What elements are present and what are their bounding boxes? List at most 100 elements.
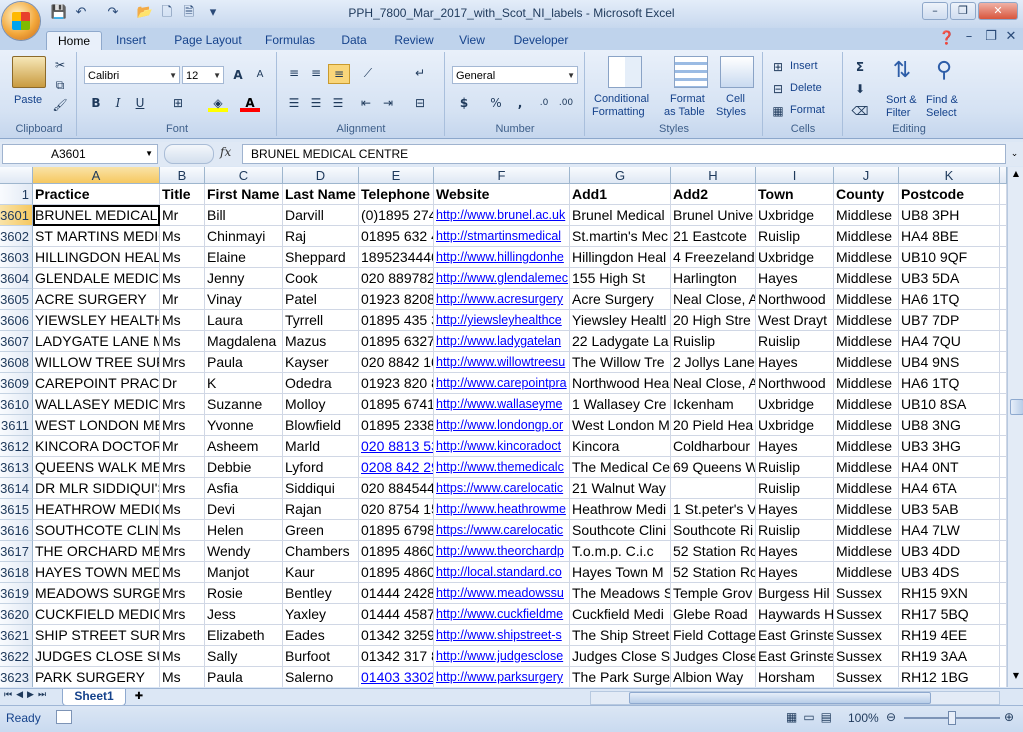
table-cell[interactable]: Hayes	[756, 436, 834, 457]
table-cell[interactable]: Yiewsley Healtl	[570, 310, 671, 331]
table-cell[interactable]: Chambers	[283, 541, 359, 562]
table-cell[interactable]: Manjot	[205, 562, 283, 583]
row-header[interactable]: 3622	[0, 646, 33, 667]
table-cell[interactable]: UB8 3NG	[899, 415, 1000, 436]
table-cell[interactable]: St.martin's Mec	[570, 226, 671, 247]
table-cell[interactable]: Middlese	[834, 289, 899, 310]
currency-icon[interactable]: $	[454, 94, 474, 112]
table-cell[interactable]: Cook	[283, 268, 359, 289]
row-header[interactable]: 3605	[0, 289, 33, 310]
table-cell[interactable]: 020 8845440	[359, 478, 434, 499]
italic-icon[interactable]: I	[108, 94, 128, 112]
table-cell[interactable]: 22 Ladygate La	[570, 331, 671, 352]
bold-icon[interactable]: B	[86, 94, 106, 112]
cell-styles-button-1[interactable]: Cell	[726, 93, 745, 105]
table-cell[interactable]: http://www.hillingdonhe	[434, 247, 570, 268]
table-cell[interactable]: Southcote Clini	[570, 520, 671, 541]
table-cell[interactable]: Middlese	[834, 247, 899, 268]
table-cell[interactable]: Kayser	[283, 352, 359, 373]
table-cell[interactable]: Field Cottage	[671, 625, 756, 646]
table-cell[interactable]: The Ship Street	[570, 625, 671, 646]
binoculars-icon[interactable]: ⚲	[928, 58, 960, 88]
table-cell[interactable]: Harlington	[671, 268, 756, 289]
table-cell[interactable]: Mr	[160, 205, 205, 226]
table-cell[interactable]: Ms	[160, 226, 205, 247]
table-cell[interactable]: 01895 23388	[359, 415, 434, 436]
table-cell[interactable]: 69 Queens W	[671, 457, 756, 478]
table-cell[interactable]: http://www.carepointpra	[434, 373, 570, 394]
table-cell[interactable]: WEST LONDON ME	[33, 415, 160, 436]
row-header[interactable]: 3616	[0, 520, 33, 541]
sort-filter-button-2[interactable]: Filter	[886, 107, 910, 119]
table-cell[interactable]: Rosie	[205, 583, 283, 604]
table-cell[interactable]: Green	[283, 520, 359, 541]
table-cell[interactable]: http://www.ladygatelan	[434, 331, 570, 352]
table-cell[interactable]: Mr	[160, 436, 205, 457]
table-cell[interactable]: http://www.themedicalc	[434, 457, 570, 478]
table-cell[interactable]: Ms	[160, 268, 205, 289]
number-format-select[interactable]: General ▼	[452, 66, 578, 84]
name-box[interactable]: A3601 ▼	[2, 144, 158, 164]
table-cell[interactable]: Elaine	[205, 247, 283, 268]
table-cell[interactable]: http://www.glendalemec	[434, 268, 570, 289]
table-cell[interactable]	[1000, 205, 1007, 226]
table-cell[interactable]: THE ORCHARD ME	[33, 541, 160, 562]
column-header-b[interactable]: B	[160, 167, 205, 184]
table-cell[interactable]: Acre Surgery	[570, 289, 671, 310]
table-cell[interactable]: Jess	[205, 604, 283, 625]
table-cell[interactable]: Ms	[160, 520, 205, 541]
table-cell[interactable]	[1000, 667, 1007, 687]
font-name-select[interactable]: Calibri ▼	[84, 66, 180, 84]
table-cell[interactable]: UB3 3HG	[899, 436, 1000, 457]
table-cell[interactable]: Hillingdon Heal	[570, 247, 671, 268]
tab-developer[interactable]: Developer	[506, 31, 576, 50]
table-cell[interactable]: 01895 48602	[359, 562, 434, 583]
ribbon-restore-icon[interactable]: ❐	[982, 28, 1000, 46]
table-cell[interactable]: http://www.meadowssu	[434, 583, 570, 604]
zoom-out-icon[interactable]: ⊖	[886, 710, 896, 724]
table-cell[interactable]: PARK SURGERY	[33, 667, 160, 687]
horizontal-scrollbar[interactable]	[590, 691, 1000, 705]
table-cell[interactable]: Coldharbour	[671, 436, 756, 457]
table-cell[interactable]: Darvill	[283, 205, 359, 226]
cut-icon[interactable]: ✂	[50, 56, 70, 74]
table-cell[interactable]	[1000, 436, 1007, 457]
tab-page-layout[interactable]: Page Layout	[168, 31, 248, 50]
table-cell[interactable]	[1000, 541, 1007, 562]
table-cell[interactable]: 01444 24286	[359, 583, 434, 604]
table-cell[interactable]: Middlese	[834, 331, 899, 352]
paste-icon[interactable]	[12, 56, 46, 88]
table-cell[interactable]: 52 Station Ro	[671, 562, 756, 583]
insert-cells-button[interactable]: Insert	[790, 60, 818, 72]
table-cell[interactable]: The Medical Ce	[570, 457, 671, 478]
table-cell[interactable]: YIEWSLEY HEALTH	[33, 310, 160, 331]
table-cell[interactable]: Brunel Medical	[570, 205, 671, 226]
table-cell[interactable]: Bill	[205, 205, 283, 226]
sort-filter-button-1[interactable]: Sort &	[886, 94, 917, 106]
row-header[interactable]: 3602	[0, 226, 33, 247]
table-cell[interactable]: RH19 4EE	[899, 625, 1000, 646]
table-cell[interactable]: Ms	[160, 499, 205, 520]
table-cell[interactable]: Odedra	[283, 373, 359, 394]
row-header[interactable]: 1	[0, 184, 33, 205]
table-cell[interactable]: HILLINGDON HEALT	[33, 247, 160, 268]
underline-icon[interactable]: U	[130, 94, 150, 112]
table-cell[interactable]: Patel	[283, 289, 359, 310]
table-cell[interactable]	[1000, 520, 1007, 541]
header-cell[interactable]: County	[834, 184, 899, 205]
table-cell[interactable]: RH15 9XN	[899, 583, 1000, 604]
table-cell[interactable]	[1000, 331, 1007, 352]
table-cell[interactable]: 01444 45873	[359, 604, 434, 625]
column-header-a[interactable]: A	[33, 167, 160, 184]
table-cell[interactable]: http://www.parksurgery	[434, 667, 570, 687]
table-cell[interactable]: Sussex	[834, 604, 899, 625]
row-header[interactable]: 3606	[0, 310, 33, 331]
row-header[interactable]: 3621	[0, 625, 33, 646]
column-header-e[interactable]: E	[359, 167, 434, 184]
table-cell[interactable]: Elizabeth	[205, 625, 283, 646]
table-cell[interactable]: http://local.standard.co	[434, 562, 570, 583]
table-cell[interactable]: Rajan	[283, 499, 359, 520]
row-header[interactable]: 3613	[0, 457, 33, 478]
row-header[interactable]: 3609	[0, 373, 33, 394]
table-cell[interactable]: Sussex	[834, 667, 899, 687]
